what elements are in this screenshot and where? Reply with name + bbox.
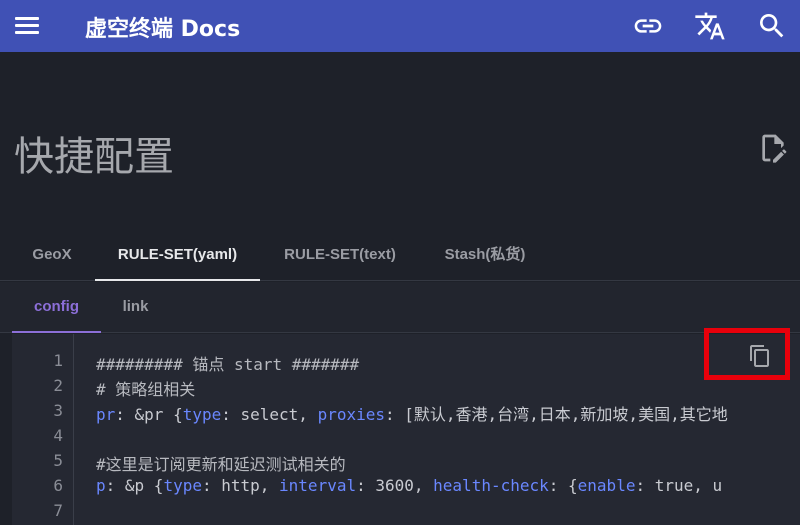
line-number: 5 — [53, 451, 63, 470]
menu-icon[interactable] — [12, 12, 42, 40]
copy-icon — [750, 345, 769, 367]
code-line: ######### 锚点 start ####### — [96, 355, 360, 374]
translate-icon[interactable] — [694, 10, 726, 42]
code-line: pr: &pr {type: select, proxies: [默认,香港,台… — [96, 405, 728, 424]
copy-code-button[interactable] — [704, 328, 790, 380]
line-number-gutter: 1 2 3 4 5 6 7 — [12, 334, 74, 525]
site-title[interactable]: 虚空终端 Docs — [85, 11, 240, 43]
tab-rule-set-yaml[interactable]: RULE-SET(yaml) — [95, 233, 260, 281]
line-number: 3 — [53, 401, 63, 420]
subtab-config[interactable]: config — [12, 282, 101, 333]
line-number: 6 — [53, 476, 63, 495]
subtab-link[interactable]: link — [108, 282, 163, 333]
sub-tabs: config link — [0, 282, 800, 333]
line-number: 4 — [53, 426, 63, 445]
content-tabs: GeoX RULE-SET(yaml) RULE-SET(text) Stash… — [0, 233, 800, 281]
code-line: #这里是订阅更新和延迟测试相关的 — [96, 455, 346, 474]
tab-stash[interactable]: Stash(私货) — [426, 233, 544, 281]
line-number: 7 — [53, 501, 63, 520]
tab-geox[interactable]: GeoX — [16, 233, 88, 281]
line-number: 2 — [53, 376, 63, 395]
code-line: # 策略组相关 — [96, 380, 196, 399]
code-block[interactable]: 1 2 3 4 5 6 7 ######### 锚点 start #######… — [12, 334, 800, 525]
page-title: 快捷配置 — [14, 134, 174, 180]
line-number: 1 — [53, 351, 63, 370]
code-line: p: &p {type: http, interval: 3600, healt… — [96, 476, 723, 495]
top-app-bar: 虚空终端 Docs — [0, 0, 800, 52]
edit-page-icon[interactable] — [757, 132, 789, 164]
search-icon[interactable] — [756, 10, 788, 42]
link-icon[interactable] — [632, 10, 664, 42]
tab-rule-set-text[interactable]: RULE-SET(text) — [270, 233, 410, 281]
